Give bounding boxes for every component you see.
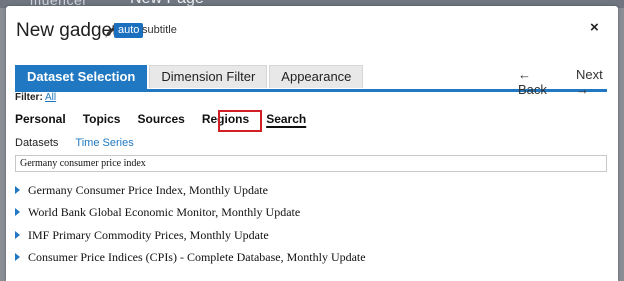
list-item[interactable]: Germany Consumer Price Index, Monthly Up… [15, 182, 268, 198]
list-item-label: World Bank Global Economic Monitor, Mont… [28, 205, 301, 219]
next-button[interactable]: Next → [576, 67, 618, 97]
category-search[interactable]: Search [266, 112, 306, 126]
search-input[interactable] [15, 155, 607, 172]
new-gadget-dialog: New gadget auto subtitle × Dataset Selec… [6, 6, 618, 281]
filter-all-link[interactable]: All [45, 92, 56, 103]
sub-tab-time-series[interactable]: Time Series [75, 137, 133, 149]
tab-dataset-selection[interactable]: Dataset Selection [15, 65, 148, 89]
main-tabs: Dataset Selection Dimension Filter Appea… [15, 65, 365, 89]
category-topics[interactable]: Topics [83, 112, 121, 126]
back-button[interactable]: ← Back [518, 67, 562, 97]
category-sources[interactable]: Sources [137, 112, 184, 126]
result-type-tabs: Datasets Time Series [15, 137, 151, 149]
list-item-label: Consumer Price Indices (CPIs) - Complete… [28, 250, 366, 264]
dialog-title: New gadget [16, 20, 118, 41]
list-item-label: IMF Primary Commodity Prices, Monthly Up… [28, 228, 269, 242]
expand-arrow-icon[interactable] [15, 186, 20, 195]
filter-label: Filter: [15, 92, 43, 103]
list-item[interactable]: Consumer Price Indices (CPIs) - Complete… [15, 249, 366, 265]
expand-arrow-icon[interactable] [15, 231, 20, 240]
list-item[interactable]: World Bank Global Economic Monitor, Mont… [15, 204, 300, 220]
tab-appearance[interactable]: Appearance [269, 65, 364, 88]
category-personal[interactable]: Personal [15, 112, 66, 126]
expand-arrow-icon[interactable] [15, 253, 20, 262]
list-item[interactable]: IMF Primary Commodity Prices, Monthly Up… [15, 227, 269, 243]
dialog-subtitle[interactable]: subtitle [142, 23, 177, 38]
search-highlight-box [218, 110, 262, 132]
close-button[interactable]: × [590, 20, 599, 36]
category-tabs: Personal Topics Sources Regions Search [15, 112, 323, 126]
expand-arrow-icon[interactable] [15, 208, 20, 217]
auto-badge[interactable]: auto [114, 23, 144, 38]
list-item-label: Germany Consumer Price Index, Monthly Up… [28, 183, 268, 197]
filter-row: Filter: All [15, 92, 56, 103]
wizard-nav: ← Back Next → [518, 67, 618, 97]
sub-tab-datasets[interactable]: Datasets [15, 137, 58, 149]
tab-dimension-filter[interactable]: Dimension Filter [149, 65, 268, 88]
